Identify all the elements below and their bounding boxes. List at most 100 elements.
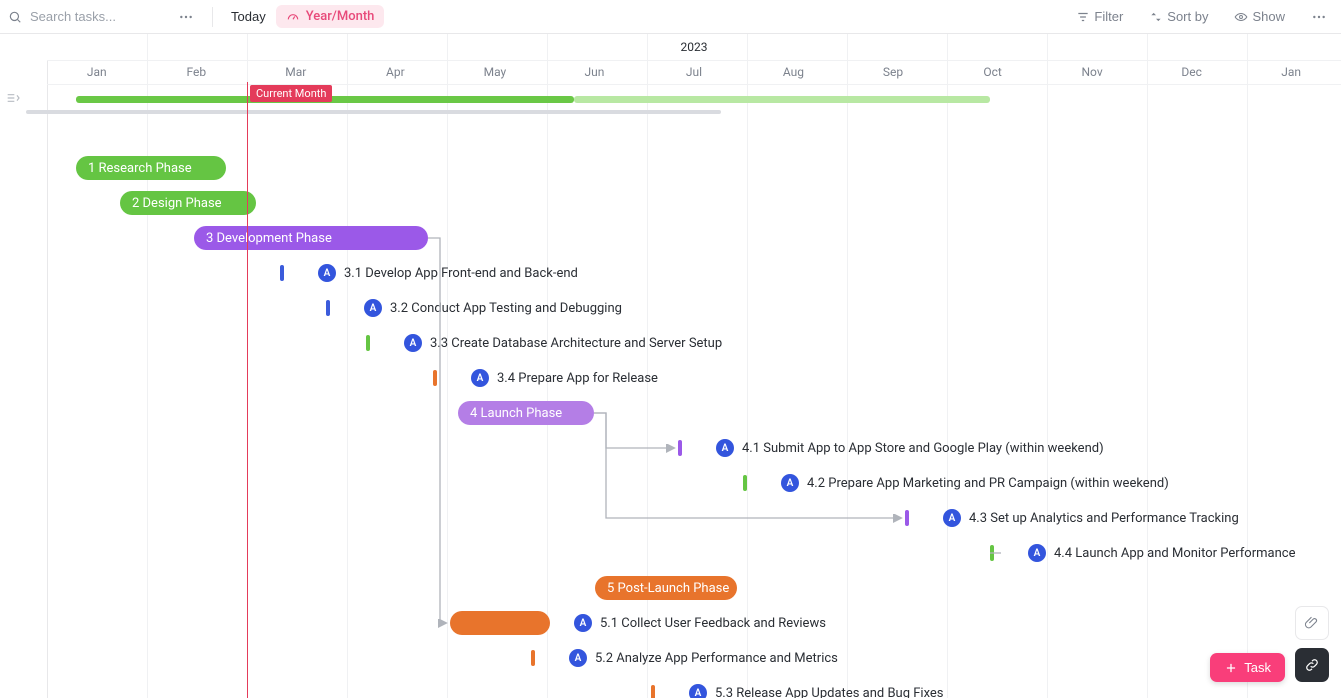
overflow-button[interactable] [1305,5,1333,29]
month-header: Nov [1042,65,1142,79]
gauge-icon [286,10,300,24]
sort-button[interactable]: Sort by [1143,5,1214,28]
subtask-row[interactable]: A 3.1 Develop App Front-end and Back-end [280,263,578,283]
subtask-row[interactable]: A 5.2 Analyze App Performance and Metrics [531,648,838,668]
subtask-tick [743,475,747,491]
dots-horizontal-icon [178,9,194,25]
subtask-label: 4.3 Set up Analytics and Performance Tra… [969,511,1239,526]
toolbar-right-group: Filter Sort by Show [1070,5,1333,29]
filter-button[interactable]: Filter [1070,5,1129,28]
task-bar[interactable]: 4 Launch Phase [458,401,594,425]
month-header: Oct [943,65,1043,79]
subtask-tick [366,335,370,351]
month-header: Jun [545,65,645,79]
subtask-tick [651,685,655,698]
search-input[interactable] [28,8,168,25]
subtask-label: 3.4 Prepare App for Release [497,371,658,386]
subtask-row[interactable]: A 4.3 Set up Analytics and Performance Tr… [905,508,1239,528]
task-bar[interactable]: 5 Post-Launch Phase [595,576,737,600]
sort-icon [1149,10,1163,24]
month-header: Mar [246,65,346,79]
sort-label: Sort by [1167,9,1208,24]
task-bar[interactable] [450,611,550,635]
subtask-tick [280,265,284,281]
subtask-row[interactable]: A 4.1 Submit App to App Store and Google … [678,438,1104,458]
paperclip-icon [1304,615,1320,631]
subtask-label: 3.1 Develop App Front-end and Back-end [344,266,578,281]
subtask-row[interactable]: A 5.3 Release App Updates and Bug Fixes [651,683,944,698]
subtask-tick [678,440,682,456]
mini-scroll-indicator [26,110,721,114]
subtask-tick [433,370,437,386]
dots-horizontal-icon [1311,9,1327,25]
subtask-row[interactable]: A 4.4 Launch App and Monitor Performance [990,543,1295,563]
assignee-avatar[interactable]: A [404,334,422,352]
link-fab[interactable] [1295,648,1329,682]
subtask-label: 4.4 Launch App and Monitor Performance [1054,546,1295,561]
subtask-tick [326,300,330,316]
task-bar-label: 3 Development Phase [206,231,332,246]
subtask-label: 5.3 Release App Updates and Bug Fixes [715,686,944,698]
left-edge-line [47,34,48,698]
search-icon [8,10,22,24]
task-bar[interactable]: 1 Research Phase [76,156,226,180]
assignee-avatar[interactable]: A [471,369,489,387]
timeline-grid: 2023 JanFebMarAprMayJunJulAugSepOctNovDe… [26,34,1341,698]
subtask-label: 3.3 Create Database Architecture and Ser… [430,336,722,351]
filter-label: Filter [1094,9,1123,24]
task-bar[interactable]: 2 Design Phase [120,191,256,215]
task-bar[interactable]: 3 Development Phase [194,226,428,250]
subtask-tick [531,650,535,666]
assignee-avatar[interactable]: A [318,264,336,282]
assignee-avatar[interactable]: A [689,684,707,698]
month-header: Jan [47,65,147,79]
expand-sidebar-handle[interactable] [0,84,26,112]
new-task-fab[interactable]: Task [1210,653,1285,682]
month-header: Sep [843,65,943,79]
assignee-avatar[interactable]: A [569,649,587,667]
subtask-row[interactable]: A 5.1 Collect User Feedback and Reviews [574,613,826,633]
attachment-fab[interactable] [1295,606,1329,640]
summary-bar [574,96,990,103]
header-divider-2 [47,84,1341,85]
month-header: Apr [346,65,446,79]
month-header: Feb [147,65,247,79]
subtask-row[interactable]: A4.2 Prepare App Marketing and PR Campai… [743,473,1169,493]
month-header: Jul [644,65,744,79]
month-header: Dec [1142,65,1242,79]
filter-icon [1076,10,1090,24]
task-bar-label: 4 Launch Phase [470,406,562,421]
task-bar-label: 1 Research Phase [88,161,192,176]
toolbar: Today Year/Month Filter Sort by Show [0,0,1341,34]
today-button[interactable]: Today [225,5,272,28]
header-divider-1 [47,60,1341,61]
more-button[interactable] [172,5,200,29]
zoom-level-label: Year/Month [306,9,375,24]
plus-icon [1224,661,1238,675]
subtask-tick [990,545,994,561]
assignee-avatar[interactable]: A [716,439,734,457]
zoom-level-pill[interactable]: Year/Month [276,5,385,28]
current-month-label: Current Month [250,85,332,102]
assignee-avatar[interactable]: A [943,509,961,527]
subtask-row[interactable]: A 3.2 Conduct App Testing and Debugging [326,298,622,318]
subtask-label: 3.2 Conduct App Testing and Debugging [390,301,622,316]
show-label: Show [1252,9,1285,24]
subtask-label: 5.2 Analyze App Performance and Metrics [595,651,838,666]
assignee-avatar[interactable]: A [574,614,592,632]
assignee-avatar[interactable]: A [781,474,799,492]
show-button[interactable]: Show [1228,5,1291,28]
month-header: May [445,65,545,79]
subtask-row[interactable]: A 3.4 Prepare App for Release [433,368,658,388]
month-header: Aug [744,65,844,79]
timeline-canvas[interactable]: 2023 JanFebMarAprMayJunJulAugSepOctNovDe… [0,34,1341,698]
assignee-avatar[interactable]: A [364,299,382,317]
subtask-label: 5.1 Collect User Feedback and Reviews [600,616,826,631]
search-group [8,8,168,25]
assignee-avatar[interactable]: A [1028,544,1046,562]
subtask-label: 4.1 Submit App to App Store and Google P… [742,441,1104,456]
subtask-tick [905,510,909,526]
subtask-row[interactable]: A 3.3 Create Database Architecture and Se… [366,333,722,353]
task-bar-label: 5 Post-Launch Phase [607,581,729,596]
divider [212,7,213,27]
